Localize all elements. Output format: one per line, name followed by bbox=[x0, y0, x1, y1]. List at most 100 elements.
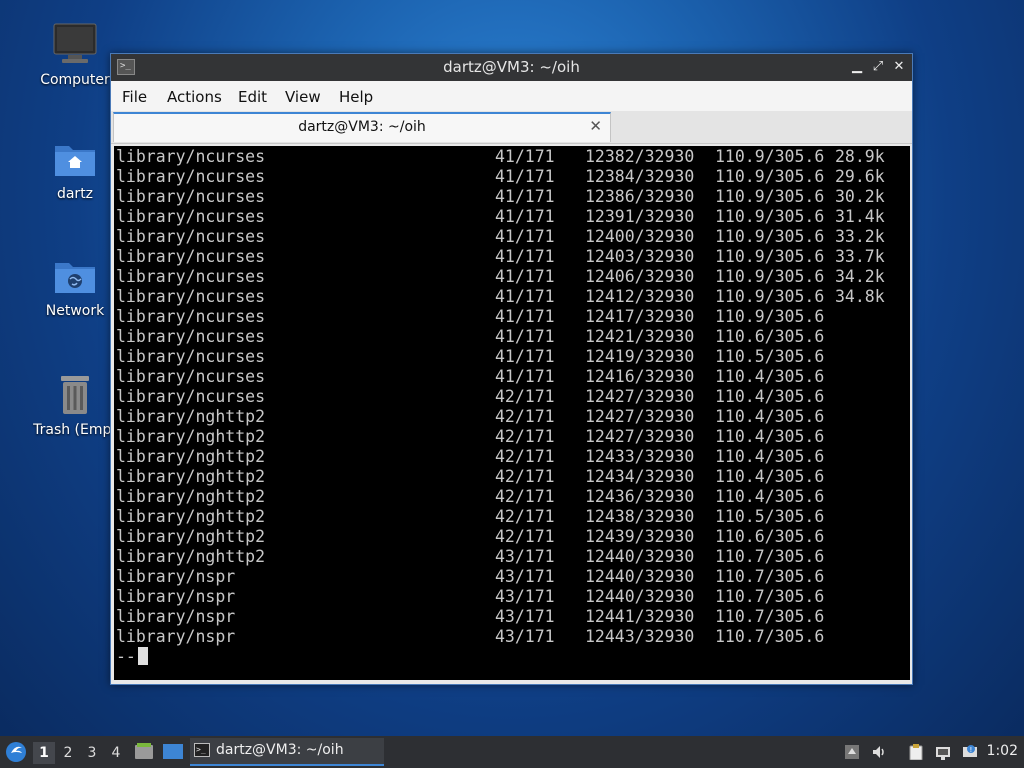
taskbar-window-button[interactable]: >_ dartz@VM3: ~/oih bbox=[190, 738, 384, 766]
terminal-cell-files: 12433/32930 bbox=[585, 447, 695, 466]
terminal-cell-name: library/ncurses bbox=[116, 227, 266, 246]
terminal-cell-name: library/ncurses bbox=[116, 267, 266, 286]
terminal-cell-pkgs: 41/171 bbox=[495, 147, 555, 166]
workspace-4[interactable]: 4 bbox=[105, 742, 127, 764]
terminal-cell-size: 110.9/305.6 bbox=[715, 167, 825, 186]
menu-view[interactable]: View bbox=[285, 88, 321, 106]
terminal-line: library/nspr 43/171 12440/32930 110.7/305.6 bbox=[116, 567, 906, 587]
terminal-cell-files: 12443/32930 bbox=[585, 627, 695, 646]
terminal-cell-files: 12419/32930 bbox=[585, 347, 695, 366]
notification-icon[interactable]: ! bbox=[962, 744, 978, 760]
terminal-cell-name: library/ncurses bbox=[116, 247, 266, 266]
terminal-cell-files: 12438/32930 bbox=[585, 507, 695, 526]
terminal-cursor bbox=[137, 647, 148, 665]
start-menu-button[interactable] bbox=[2, 736, 30, 768]
terminal-cell-size: 110.9/305.6 bbox=[715, 207, 825, 226]
show-desktop-button[interactable] bbox=[161, 736, 185, 768]
workspace-3[interactable]: 3 bbox=[81, 742, 103, 764]
terminal-cell-files: 12384/32930 bbox=[585, 167, 695, 186]
terminal-cell-name: library/nghttp2 bbox=[116, 407, 266, 426]
taskbar-window-label: dartz@VM3: ~/oih bbox=[216, 742, 344, 758]
terminal-cell-pkgs: 41/171 bbox=[495, 287, 555, 306]
terminal-cell-pkgs: 41/171 bbox=[495, 227, 555, 246]
lxqt-logo-icon bbox=[6, 742, 26, 762]
desktop-icon-network[interactable]: Network bbox=[27, 257, 123, 319]
desktop-icon-label: dartz bbox=[56, 186, 94, 202]
volume-icon[interactable] bbox=[871, 744, 887, 760]
terminal-cell-name: library/ncurses bbox=[116, 327, 266, 346]
tray-up-arrow-icon[interactable] bbox=[844, 744, 860, 760]
terminal-cell-size: 110.7/305.6 bbox=[715, 627, 825, 646]
tab-close-icon[interactable]: ✕ bbox=[589, 117, 602, 135]
terminal-line: library/nghttp2 43/171 12440/32930 110.7/30… bbox=[116, 547, 906, 567]
workspace-2[interactable]: 2 bbox=[57, 742, 79, 764]
terminal-cell-size: 110.4/305.6 bbox=[715, 427, 825, 446]
terminal-cell-files: 12416/32930 bbox=[585, 367, 695, 386]
terminal-cell-size: 110.4/305.6 bbox=[715, 387, 825, 406]
terminal-cell-files: 12441/32930 bbox=[585, 607, 695, 626]
terminal-cell-size: 110.6/305.6 bbox=[715, 527, 825, 546]
terminal-line: library/ncurses 41/171 12403/32930 110.9/30… bbox=[116, 247, 906, 267]
terminal-cell-pkgs: 43/171 bbox=[495, 547, 555, 566]
menu-file[interactable]: File bbox=[122, 88, 147, 106]
folder-icon bbox=[135, 743, 153, 759]
terminal-cell-pkgs: 42/171 bbox=[495, 467, 555, 486]
terminal-cell-pkgs: 41/171 bbox=[495, 267, 555, 286]
terminal-line: library/ncurses 41/171 12386/32930 110.9/30… bbox=[116, 187, 906, 207]
terminal-cell-pkgs: 43/171 bbox=[495, 627, 555, 646]
workspace-1[interactable]: 1 bbox=[33, 742, 55, 764]
terminal-line: library/ncurses 41/171 12400/32930 110.9/30… bbox=[116, 227, 906, 247]
terminal-cell-files: 12412/32930 bbox=[585, 287, 695, 306]
terminal-cell-files: 12440/32930 bbox=[585, 567, 695, 586]
menu-edit[interactable]: Edit bbox=[238, 88, 267, 106]
close-button[interactable]: ✕ bbox=[890, 58, 908, 76]
terminal-cell-rate: 30.2k bbox=[835, 187, 885, 206]
desktop-icon-computer[interactable]: Computer bbox=[27, 22, 123, 88]
maximize-button[interactable]: ⤢ bbox=[869, 58, 887, 76]
terminal-output[interactable]: library/ncurses 41/171 12382/32930 110.9/30… bbox=[114, 146, 910, 680]
desktop-icon-home[interactable]: dartz bbox=[27, 140, 123, 202]
network-folder-icon bbox=[55, 263, 95, 293]
terminal-task-icon: >_ bbox=[194, 743, 210, 757]
terminal-line: library/ncurses 41/171 12417/32930 110.9/30… bbox=[116, 307, 906, 327]
terminal-line: library/ncurses 41/171 12406/32930 110.9/30… bbox=[116, 267, 906, 287]
terminal-cell-size: 110.9/305.6 bbox=[715, 287, 825, 306]
terminal-cell-pkgs: 41/171 bbox=[495, 307, 555, 326]
terminal-cell-files: 12427/32930 bbox=[585, 407, 695, 426]
terminal-line: library/nghttp2 42/171 12438/32930 110.5/30… bbox=[116, 507, 906, 527]
terminal-cell-files: 12436/32930 bbox=[585, 487, 695, 506]
clock[interactable]: 1:02 bbox=[987, 743, 1018, 759]
terminal-cell-name: library/nghttp2 bbox=[116, 467, 266, 486]
terminal-prompt-line: -- bbox=[116, 647, 148, 667]
tab-bar: dartz@VM3: ~/oih ✕ bbox=[111, 111, 912, 144]
clipboard-icon[interactable] bbox=[908, 744, 924, 760]
terminal-cell-pkgs: 41/171 bbox=[495, 327, 555, 346]
menu-help[interactable]: Help bbox=[339, 88, 373, 106]
maximize-icon: ⤢ bbox=[872, 59, 884, 74]
terminal-cell-size: 110.9/305.6 bbox=[715, 187, 825, 206]
terminal-tab[interactable]: dartz@VM3: ~/oih ✕ bbox=[113, 112, 611, 142]
terminal-cell-pkgs: 43/171 bbox=[495, 587, 555, 606]
terminal-cell-files: 12439/32930 bbox=[585, 527, 695, 546]
network-icon[interactable] bbox=[935, 744, 951, 760]
window-titlebar[interactable]: >_ dartz@VM3: ~/oih ▁ ⤢ ✕ bbox=[111, 54, 912, 81]
terminal-line: library/ncurses 41/171 12382/32930 110.9/30… bbox=[116, 147, 906, 167]
terminal-cell-rate: 34.2k bbox=[835, 267, 885, 286]
terminal-cell-files: 12440/32930 bbox=[585, 547, 695, 566]
desktop-icon-trash[interactable]: Trash (Empt bbox=[27, 372, 123, 438]
terminal-cell-size: 110.9/305.6 bbox=[715, 147, 825, 166]
terminal-line: library/nspr 43/171 12440/32930 110.7/305.6 bbox=[116, 587, 906, 607]
taskbar: 1 2 3 4 >_ dartz@VM3: ~/oih ! 1:02 bbox=[0, 736, 1024, 768]
terminal-line: library/ncurses 41/171 12391/32930 110.9/30… bbox=[116, 207, 906, 227]
file-manager-launcher[interactable] bbox=[133, 736, 155, 768]
terminal-cell-size: 110.7/305.6 bbox=[715, 547, 825, 566]
terminal-cell-pkgs: 42/171 bbox=[495, 447, 555, 466]
minimize-button[interactable]: ▁ bbox=[848, 58, 866, 76]
terminal-line: library/ncurses 42/171 12427/32930 110.4/30… bbox=[116, 387, 906, 407]
desktop-icon-label: Computer bbox=[40, 72, 110, 88]
menu-actions[interactable]: Actions bbox=[167, 88, 222, 106]
terminal-line: library/nspr 43/171 12441/32930 110.7/305.6 bbox=[116, 607, 906, 627]
terminal-cell-size: 110.9/305.6 bbox=[715, 227, 825, 246]
terminal-cell-name: library/ncurses bbox=[116, 387, 266, 406]
terminal-line: library/nghttp2 42/171 12433/32930 110.4/30… bbox=[116, 447, 906, 467]
